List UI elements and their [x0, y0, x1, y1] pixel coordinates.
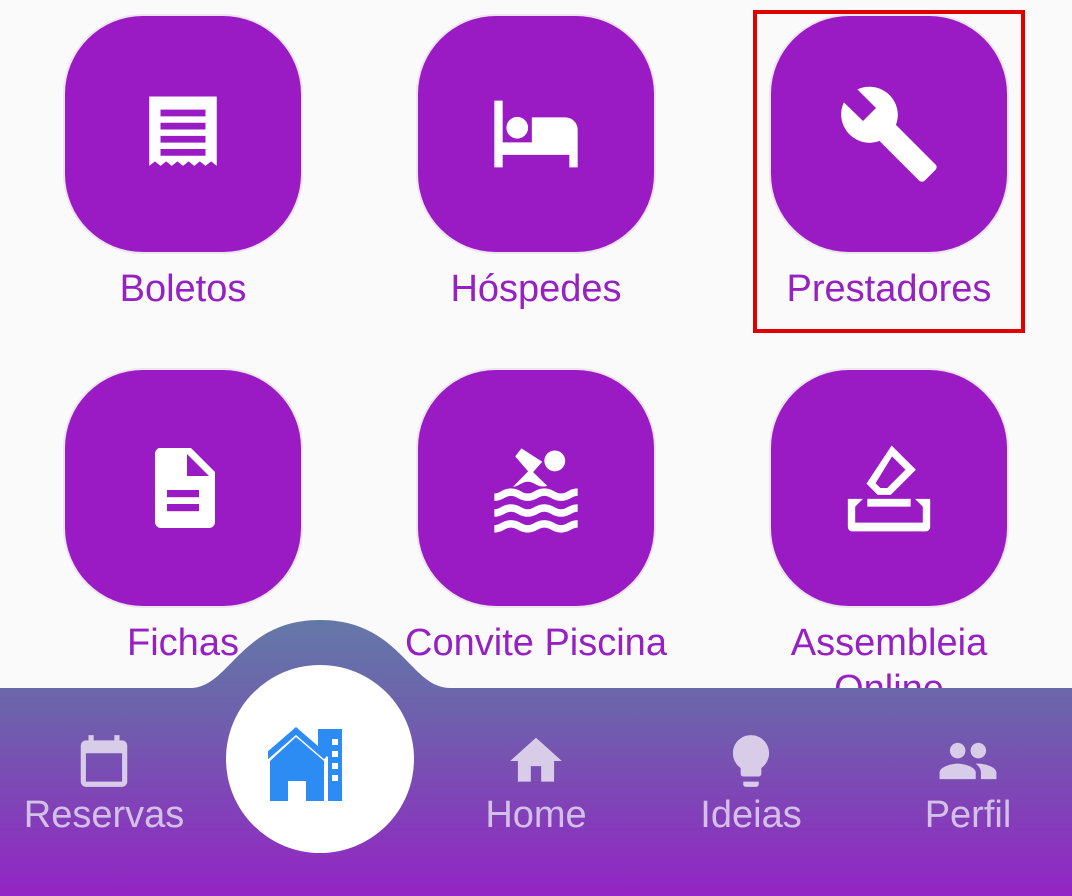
- tile-prestadores[interactable]: Prestadores: [739, 16, 1039, 316]
- fichas-button[interactable]: [65, 370, 301, 606]
- center-home-button[interactable]: [226, 665, 414, 853]
- receipt-icon: [149, 96, 217, 166]
- tile-hospedes[interactable]: Hóspedes: [386, 16, 686, 316]
- nav-label-ideias: Ideias: [700, 794, 802, 836]
- hospedes-button[interactable]: [418, 16, 654, 252]
- nav-item-ideias[interactable]: Ideias: [651, 730, 851, 838]
- wrench-icon: [841, 86, 937, 182]
- nav-label-home: Home: [485, 794, 587, 836]
- prestadores-button[interactable]: [771, 16, 1007, 252]
- swimmer-icon: [494, 448, 578, 533]
- bed-icon: [494, 100, 578, 168]
- document-icon: [154, 448, 215, 528]
- tile-label: Hóspedes: [450, 268, 622, 310]
- lightbulb-icon: [732, 735, 770, 787]
- nav-item-reservas[interactable]: Reservas: [4, 730, 204, 838]
- assembleia-online-button[interactable]: [771, 370, 1007, 606]
- app-screen: Boletos Hóspedes Prestadores Fichas Conv…: [0, 0, 1072, 896]
- convite-piscina-button[interactable]: [418, 370, 654, 606]
- tile-boletos[interactable]: Boletos: [33, 16, 333, 316]
- calendar-icon: [80, 735, 128, 787]
- tile-label: Boletos: [119, 268, 247, 310]
- bottom-nav: Reservas Home Ideias Perfil: [0, 620, 1072, 896]
- nav-label-perfil: Perfil: [924, 794, 1012, 836]
- tile-label: Prestadores: [786, 268, 992, 310]
- nav-label-reservas: Reservas: [23, 794, 185, 836]
- boletos-button[interactable]: [65, 16, 301, 252]
- home-icon: [510, 737, 562, 782]
- ballot-box-icon: [847, 445, 931, 532]
- people-icon: [939, 742, 997, 780]
- nav-item-perfil[interactable]: Perfil: [868, 730, 1068, 838]
- nav-item-home[interactable]: Home: [436, 730, 636, 838]
- condominium-icon: [268, 727, 342, 801]
